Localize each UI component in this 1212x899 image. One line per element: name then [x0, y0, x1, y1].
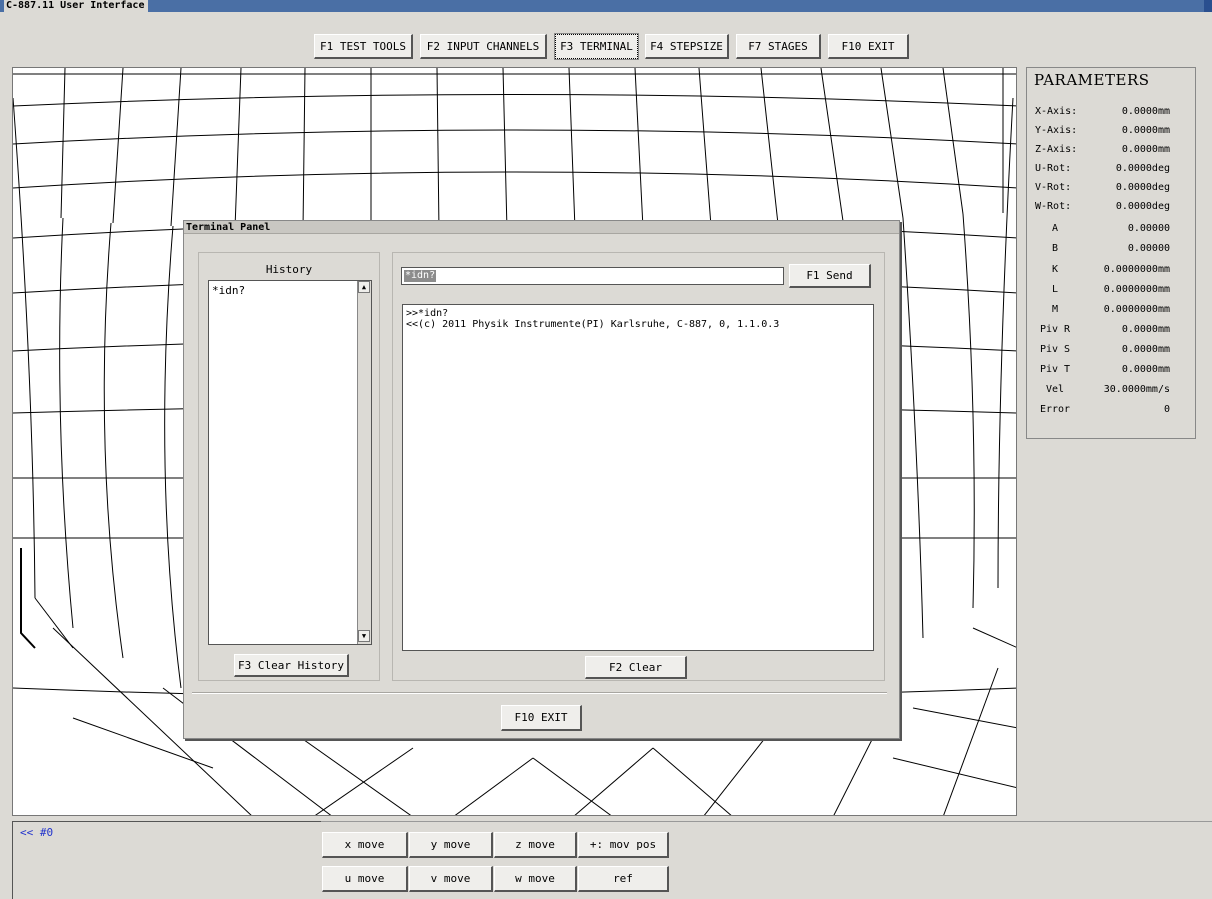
param-row-v-rot: V-Rot: 0.0000deg [1027, 179, 1197, 198]
move-position-button[interactable]: +: mov pos [578, 832, 669, 858]
param-value: 0.0000000mm [1103, 284, 1170, 295]
param-row-k: K 0.0000000mm [1027, 261, 1197, 280]
command-input-value: *idn? [404, 270, 437, 282]
reference-button[interactable]: ref [578, 866, 669, 892]
param-label: U-Rot: [1035, 163, 1072, 174]
param-label: Piv T [1039, 364, 1071, 375]
send-button[interactable]: F1 Send [789, 264, 871, 288]
param-row-l: L 0.0000000mm [1027, 281, 1197, 300]
exit-button[interactable]: F10 EXIT [828, 34, 909, 59]
clear-history-button[interactable]: F3 Clear History [234, 654, 349, 677]
param-value: 0.0000deg [1115, 201, 1170, 212]
v-move-button[interactable]: v move [409, 866, 493, 892]
param-row-m: M 0.0000000mm [1027, 301, 1197, 320]
param-label: W-Rot: [1035, 201, 1072, 212]
parameters-panel: PARAMETERS X-Axis: 0.0000mm Y-Axis: 0.0000… [1026, 67, 1196, 439]
param-row-piv-s: Piv S 0.0000mm [1027, 341, 1197, 360]
terminal-button[interactable]: F3 TERMINAL [554, 33, 639, 60]
param-row-x-axis: X-Axis: 0.0000mm [1027, 103, 1197, 122]
param-value: 0.0000mm [1121, 324, 1170, 335]
param-row-piv-t: Piv T 0.0000mm [1027, 361, 1197, 380]
param-label: Piv S [1039, 344, 1071, 355]
param-label: Piv R [1039, 324, 1071, 335]
param-value: 0.0000deg [1115, 163, 1170, 174]
param-value: 0.0000mm [1121, 364, 1170, 375]
status-text: << #0 [20, 826, 54, 839]
stepsize-button[interactable]: F4 STEPSIZE [645, 34, 729, 59]
param-row-w-rot: W-Rot: 0.0000deg [1027, 198, 1197, 217]
param-label: Vel [1045, 384, 1065, 395]
param-label: V-Rot: [1035, 182, 1072, 193]
param-value: 0.0000mm [1121, 106, 1170, 117]
terminal-group: *idn? F1 Send >>*idn? <<(c) 2011 Physik … [392, 252, 885, 681]
dialog-exit-button[interactable]: F10 EXIT [501, 705, 582, 731]
param-label: Error [1039, 404, 1071, 415]
scroll-down-arrow-icon[interactable]: ▼ [358, 630, 370, 642]
param-value: 0.0000000mm [1103, 304, 1170, 315]
output-line: >>*idn? [406, 308, 449, 319]
param-value: 0.0000000mm [1103, 264, 1170, 275]
y-move-button[interactable]: y move [409, 832, 493, 858]
param-value: 0 [1163, 404, 1170, 415]
history-item[interactable]: *idn? [212, 284, 245, 297]
status-area: << #0 [12, 821, 321, 899]
param-row-y-axis: Y-Axis: 0.0000mm [1027, 122, 1197, 141]
param-value: 0.00000 [1127, 223, 1170, 234]
command-input[interactable]: *idn? [401, 267, 784, 285]
terminal-output[interactable]: >>*idn? <<(c) 2011 Physik Instrumente(PI… [402, 304, 874, 651]
dialog-title: Terminal Panel [184, 221, 899, 234]
test-tools-button[interactable]: F1 TEST TOOLS [314, 34, 413, 59]
input-channels-button[interactable]: F2 INPUT CHANNELS [420, 34, 547, 59]
param-label: M [1051, 304, 1059, 315]
history-group: History *idn? ▲ ▼ F3 Clear History [198, 252, 380, 681]
param-value: 0.0000mm [1121, 344, 1170, 355]
history-title: History [265, 263, 313, 276]
window-titlebar: C-887.11 User Interface [0, 0, 1212, 12]
param-value: 0.0000mm [1121, 144, 1170, 155]
param-row-u-rot: U-Rot: 0.0000deg [1027, 160, 1197, 179]
parameters-title: PARAMETERS [1034, 71, 1150, 89]
dialog-separator [192, 692, 887, 694]
param-row-piv-r: Piv R 0.0000mm [1027, 321, 1197, 340]
param-value: 30.0000mm/s [1103, 384, 1170, 395]
history-list[interactable]: *idn? ▲ ▼ [208, 280, 372, 645]
param-value: 0.0000deg [1115, 182, 1170, 193]
param-label: X-Axis: [1035, 106, 1078, 117]
titlebar-edge [1204, 0, 1212, 12]
param-row-b: B 0.00000 [1027, 240, 1197, 259]
stages-button[interactable]: F7 STAGES [736, 34, 821, 59]
z-move-button[interactable]: z move [494, 832, 577, 858]
param-label: L [1051, 284, 1059, 295]
param-label: A [1051, 223, 1059, 234]
param-row-vel: Vel 30.0000mm/s [1027, 381, 1197, 400]
param-label: Z-Axis: [1035, 144, 1078, 155]
param-row-error: Error 0 [1027, 401, 1197, 420]
output-line: <<(c) 2011 Physik Instrumente(PI) Karlsr… [406, 319, 780, 330]
terminal-panel-dialog: Terminal Panel History *idn? ▲ ▼ F3 Clea… [183, 220, 900, 739]
window-title: C-887.11 User Interface [4, 0, 149, 12]
param-row-a: A 0.00000 [1027, 220, 1197, 239]
param-row-z-axis: Z-Axis: 0.0000mm [1027, 141, 1197, 160]
param-value: 0.00000 [1127, 243, 1170, 254]
param-value: 0.0000mm [1121, 125, 1170, 136]
history-scrollbar[interactable]: ▲ ▼ [357, 281, 371, 644]
clear-output-button[interactable]: F2 Clear [585, 656, 687, 679]
param-label: K [1051, 264, 1059, 275]
u-move-button[interactable]: u move [322, 866, 408, 892]
status-divider [321, 821, 1212, 823]
w-move-button[interactable]: w move [494, 866, 577, 892]
param-label: B [1051, 243, 1059, 254]
scroll-up-arrow-icon[interactable]: ▲ [358, 281, 370, 293]
x-move-button[interactable]: x move [322, 832, 408, 858]
param-label: Y-Axis: [1035, 125, 1078, 136]
